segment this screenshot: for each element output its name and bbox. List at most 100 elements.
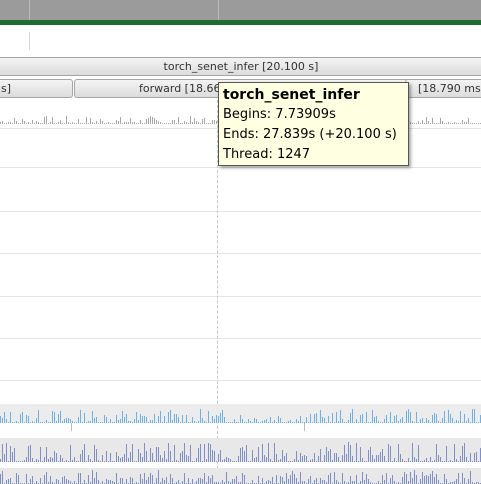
activity-spike xyxy=(82,450,83,462)
activity-spike xyxy=(458,461,459,462)
activity-spike xyxy=(8,122,9,124)
activity-spike xyxy=(456,459,457,462)
activity-spike xyxy=(50,422,51,423)
activity-spike xyxy=(178,417,179,423)
activity-spike xyxy=(334,472,335,484)
activity-spike xyxy=(438,421,439,423)
activity-spike xyxy=(8,422,9,423)
thread-activity-track[interactable] xyxy=(0,468,481,484)
activity-spike xyxy=(58,480,59,484)
activity-spike xyxy=(460,456,461,462)
activity-spike xyxy=(282,477,283,484)
activity-spike xyxy=(390,478,391,484)
activity-spike xyxy=(370,447,371,462)
activity-spike xyxy=(312,459,313,462)
activity-spike xyxy=(14,118,15,124)
track-marker xyxy=(304,423,305,431)
activity-spike xyxy=(112,461,113,462)
activity-spike xyxy=(266,419,267,423)
activity-spike xyxy=(282,422,283,423)
activity-spike xyxy=(446,479,447,484)
activity-spike xyxy=(196,458,197,462)
activity-spike xyxy=(270,459,271,462)
activity-spike xyxy=(382,422,383,423)
activity-spike xyxy=(182,415,183,423)
activity-spike xyxy=(102,455,103,462)
activity-spike xyxy=(364,461,365,462)
activity-spike xyxy=(202,461,203,462)
activity-spike xyxy=(150,116,151,124)
activity-spike xyxy=(132,422,133,423)
activity-spike xyxy=(276,475,277,484)
activity-spike xyxy=(78,473,79,484)
track-marker xyxy=(71,423,72,431)
activity-spike xyxy=(390,446,391,462)
span-bar-torch-senet-infer[interactable]: torch_senet_infer [20.100 s] xyxy=(0,57,481,76)
activity-spike xyxy=(120,419,121,423)
activity-spike xyxy=(414,422,415,423)
activity-spike xyxy=(132,122,133,124)
sub-span-bar-right[interactable]: [18.790 ms] xyxy=(405,79,481,98)
activity-spike xyxy=(162,458,163,462)
activity-spike xyxy=(198,421,199,423)
activity-spike xyxy=(158,416,159,423)
activity-spike xyxy=(106,417,107,423)
activity-spike xyxy=(368,479,369,484)
activity-spike xyxy=(178,480,179,484)
activity-spike xyxy=(40,123,41,124)
cpu-activity-track[interactable] xyxy=(0,404,481,423)
activity-spike xyxy=(188,456,189,462)
activity-spike xyxy=(160,455,161,462)
activity-spike xyxy=(342,455,343,462)
activity-spike xyxy=(380,452,381,462)
activity-spike xyxy=(138,420,139,423)
activity-spike xyxy=(110,123,111,124)
activity-spike xyxy=(150,473,151,484)
activity-spike xyxy=(308,479,309,484)
activity-spike xyxy=(474,409,475,423)
activity-spike xyxy=(18,461,19,462)
activity-spike xyxy=(202,119,203,124)
activity-spike xyxy=(378,455,379,462)
activity-spike xyxy=(294,459,295,462)
activity-spike xyxy=(108,122,109,124)
activity-spike xyxy=(94,478,95,484)
activity-spike xyxy=(30,445,31,462)
sub-span-bar-left[interactable]: s] xyxy=(0,79,73,98)
activity-spike xyxy=(448,410,449,423)
activity-spike xyxy=(142,416,143,423)
activity-spike xyxy=(98,422,99,423)
activity-spike xyxy=(98,480,99,484)
activity-spike xyxy=(10,412,11,423)
activity-spike xyxy=(454,122,455,124)
thread-activity-track[interactable] xyxy=(0,438,481,462)
activity-spike xyxy=(304,455,305,462)
activity-spike xyxy=(186,455,187,462)
activity-spike xyxy=(18,475,19,484)
activity-spike xyxy=(392,461,393,462)
tooltip-begins: Begins: 7.73909s xyxy=(223,107,336,122)
activity-spike xyxy=(264,455,265,462)
activity-spike xyxy=(78,461,79,462)
activity-spike xyxy=(232,422,233,423)
activity-spike xyxy=(24,121,25,124)
activity-spike xyxy=(182,123,183,124)
activity-spike xyxy=(194,461,195,462)
activity-spike xyxy=(452,461,453,462)
activity-spike xyxy=(252,480,253,484)
activity-spike xyxy=(200,123,201,124)
activity-spike xyxy=(94,445,95,462)
activity-spike xyxy=(420,419,421,423)
activity-spike xyxy=(52,117,53,124)
gridline xyxy=(0,380,481,381)
activity-spike xyxy=(412,123,413,124)
activity-spike xyxy=(172,478,173,484)
activity-spike xyxy=(8,479,9,484)
activity-spike xyxy=(434,477,435,484)
activity-spike xyxy=(46,447,47,462)
activity-spike xyxy=(340,410,341,423)
activity-spike xyxy=(132,444,133,462)
activity-spike xyxy=(434,123,435,124)
activity-spike xyxy=(342,473,343,484)
activity-spike xyxy=(116,415,117,423)
